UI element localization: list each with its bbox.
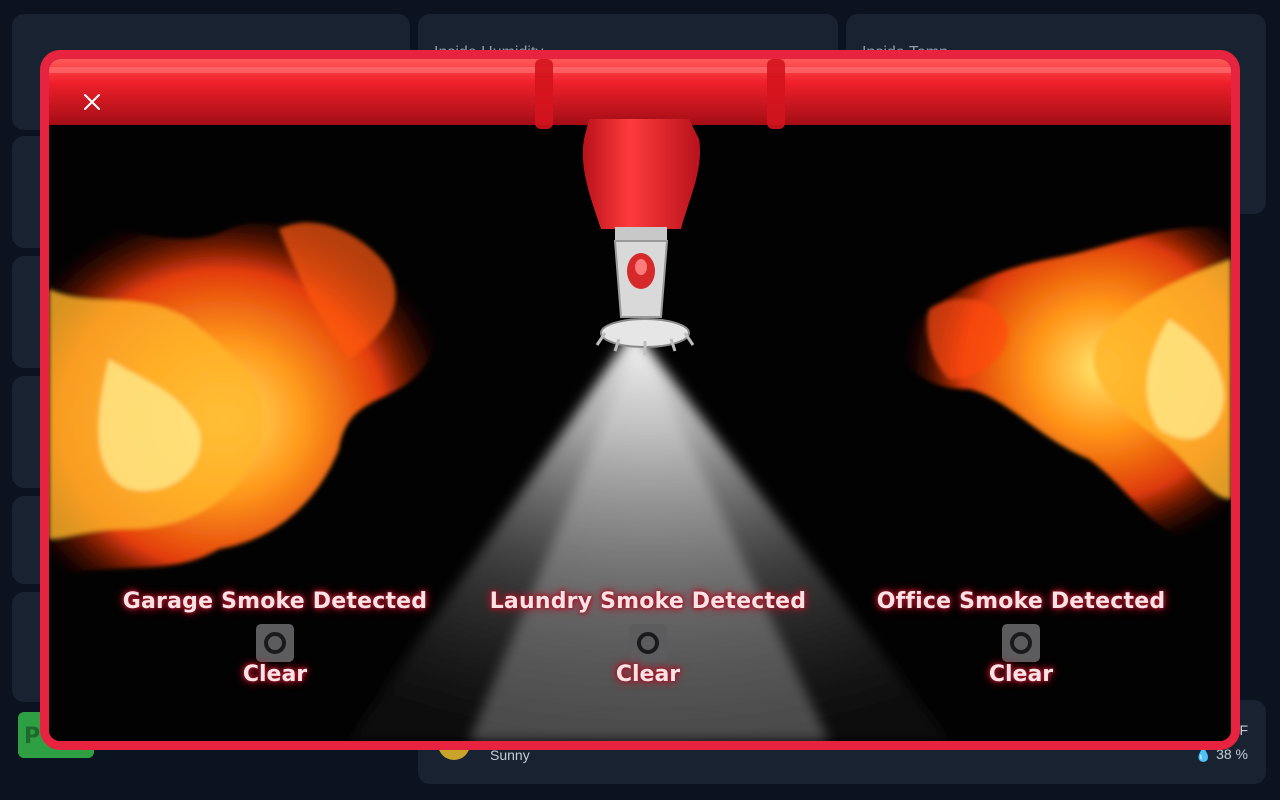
green-button-label: P [24,724,41,749]
sensor-state: Clear [615,662,681,687]
sensor-state: Clear [988,662,1054,687]
weather-temperature: F [1239,722,1248,738]
sensor-title: Office Smoke Detected [876,589,1166,614]
smoke-detector-icon[interactable] [256,624,294,662]
smoke-detector-icon[interactable] [629,624,667,662]
smoke-detector-icon[interactable] [1002,624,1040,662]
close-button[interactable] [71,81,113,123]
office-smoke-sensor[interactable]: Office Smoke Detected Clear [861,589,1181,687]
sensor-state: Clear [242,662,308,687]
sensor-title: Garage Smoke Detected [122,589,428,614]
close-icon [84,94,100,110]
garage-smoke-sensor[interactable]: Garage Smoke Detected Clear [115,589,435,687]
smoke-detector-dialog: Garage Smoke Detected Clear Laundry Smok… [40,50,1240,750]
sensor-title: Laundry Smoke Detected [489,589,807,614]
laundry-smoke-sensor[interactable]: Laundry Smoke Detected Clear [488,589,808,687]
